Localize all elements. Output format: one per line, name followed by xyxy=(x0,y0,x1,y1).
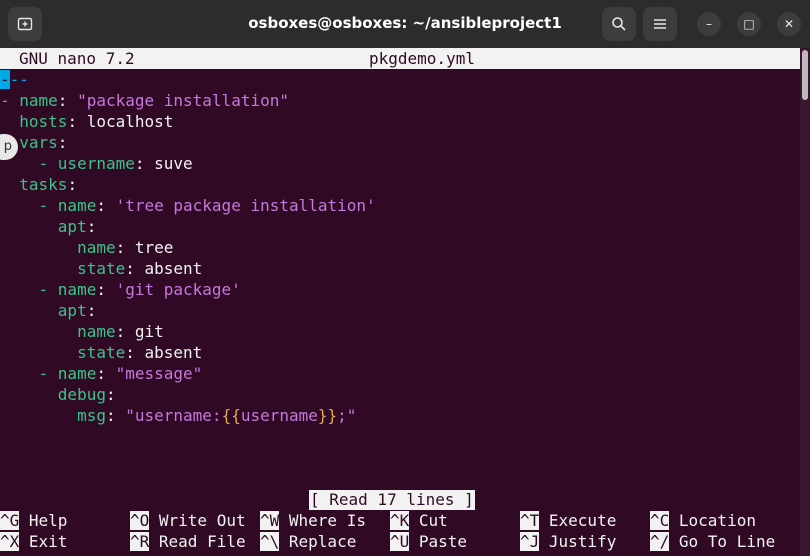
shortcut-location[interactable]: ^C Location xyxy=(650,510,756,531)
new-tab-icon xyxy=(17,17,33,31)
shortcut-key: ^X xyxy=(0,532,20,551)
new-tab-button[interactable] xyxy=(8,7,42,41)
file-line: hosts: localhost xyxy=(19,112,174,131)
shortcut-exit[interactable]: ^X Exit xyxy=(0,531,67,552)
nano-filename: pkgdemo.yml xyxy=(369,49,475,68)
minimize-button[interactable]: – xyxy=(697,12,721,36)
minimize-icon: – xyxy=(706,17,712,31)
shortcut-label: Help xyxy=(19,511,68,530)
file-line: - name: "message" xyxy=(38,364,203,383)
hamburger-menu-icon xyxy=(654,19,666,29)
shortcut-label: Read File xyxy=(149,532,246,551)
file-line: apt: xyxy=(57,301,97,320)
scrollbar-thumb[interactable] xyxy=(802,50,808,100)
shortcut-key: ^K xyxy=(390,511,410,530)
maximize-icon: □ xyxy=(743,17,755,31)
file-line: --- xyxy=(0,70,29,89)
shortcut-label: Justify xyxy=(539,532,617,551)
close-button[interactable]: ✕ xyxy=(777,12,801,36)
shortcut-label: Exit xyxy=(19,532,68,551)
shortcut-key: ^C xyxy=(650,511,670,530)
file-line: apt: xyxy=(57,217,97,236)
shortcut-label: Cut xyxy=(409,511,448,530)
nano-status-message: [ Read 17 lines ] xyxy=(309,490,475,510)
file-line: tasks: xyxy=(19,175,78,194)
file-line: debug: xyxy=(57,385,116,404)
close-icon: ✕ xyxy=(783,17,795,31)
search-button[interactable] xyxy=(602,7,636,41)
shortcut-justify[interactable]: ^J Justify xyxy=(520,531,616,552)
file-line: name: git xyxy=(77,322,164,341)
file-line: msg: "username:{{username}};" xyxy=(77,406,357,425)
shortcut-execute[interactable]: ^T Execute xyxy=(520,510,616,531)
file-line: - name: 'git package' xyxy=(38,280,241,299)
shortcut-where-is[interactable]: ^W Where Is xyxy=(260,510,366,531)
nano-version: GNU nano 7.2 xyxy=(19,49,135,68)
shortcut-key: ^U xyxy=(390,532,410,551)
shortcut-key: ^R xyxy=(130,532,150,551)
file-line: - name: "package installation" xyxy=(0,91,289,110)
shortcut-go-to-line[interactable]: ^/ Go To Line xyxy=(650,531,775,552)
nano-header-bar: GNU nano 7.2 pkgdemo.yml xyxy=(0,48,800,69)
window-titlebar: – □ ✕ osboxes@osboxes: ~/ansibleproject1 xyxy=(0,0,810,48)
shortcut-label: Location xyxy=(669,511,756,530)
file-line: - username: suve xyxy=(38,154,193,173)
file-line: name: tree xyxy=(77,238,174,257)
shortcut-key: ^/ xyxy=(650,532,670,551)
shortcut-label: Paste xyxy=(409,532,468,551)
shortcut-write-out[interactable]: ^O Write Out xyxy=(130,510,246,531)
shortcut-cut[interactable]: ^K Cut xyxy=(390,510,448,531)
window-title: osboxes@osboxes: ~/ansibleproject1 xyxy=(248,14,562,32)
shortcut-key: ^G xyxy=(0,511,20,530)
shortcut-label: Go To Line xyxy=(669,532,776,551)
shortcut-label: Where Is xyxy=(279,511,366,530)
shortcut-paste[interactable]: ^U Paste xyxy=(390,531,467,552)
file-line: state: absent xyxy=(77,259,203,278)
menu-button[interactable] xyxy=(643,7,677,41)
shortcut-key: ^T xyxy=(520,511,540,530)
shortcut-key: ^\ xyxy=(260,532,280,551)
terminal-scrollbar[interactable] xyxy=(800,48,810,556)
maximize-button[interactable]: □ xyxy=(737,12,761,36)
shortcut-key: ^J xyxy=(520,532,540,551)
shortcut-key: ^O xyxy=(130,511,150,530)
shortcut-label: Write Out xyxy=(149,511,246,530)
file-line: - name: 'tree package installation' xyxy=(38,196,376,215)
shortcut-help[interactable]: ^G Help xyxy=(0,510,67,531)
shortcut-label: Execute xyxy=(539,511,617,530)
file-line: state: absent xyxy=(77,343,203,362)
shortcut-replace[interactable]: ^\ Replace xyxy=(260,531,356,552)
shortcut-read-file[interactable]: ^R Read File xyxy=(130,531,246,552)
shortcut-key: ^W xyxy=(260,511,280,530)
shortcut-label: Replace xyxy=(279,532,357,551)
search-icon xyxy=(612,17,626,31)
